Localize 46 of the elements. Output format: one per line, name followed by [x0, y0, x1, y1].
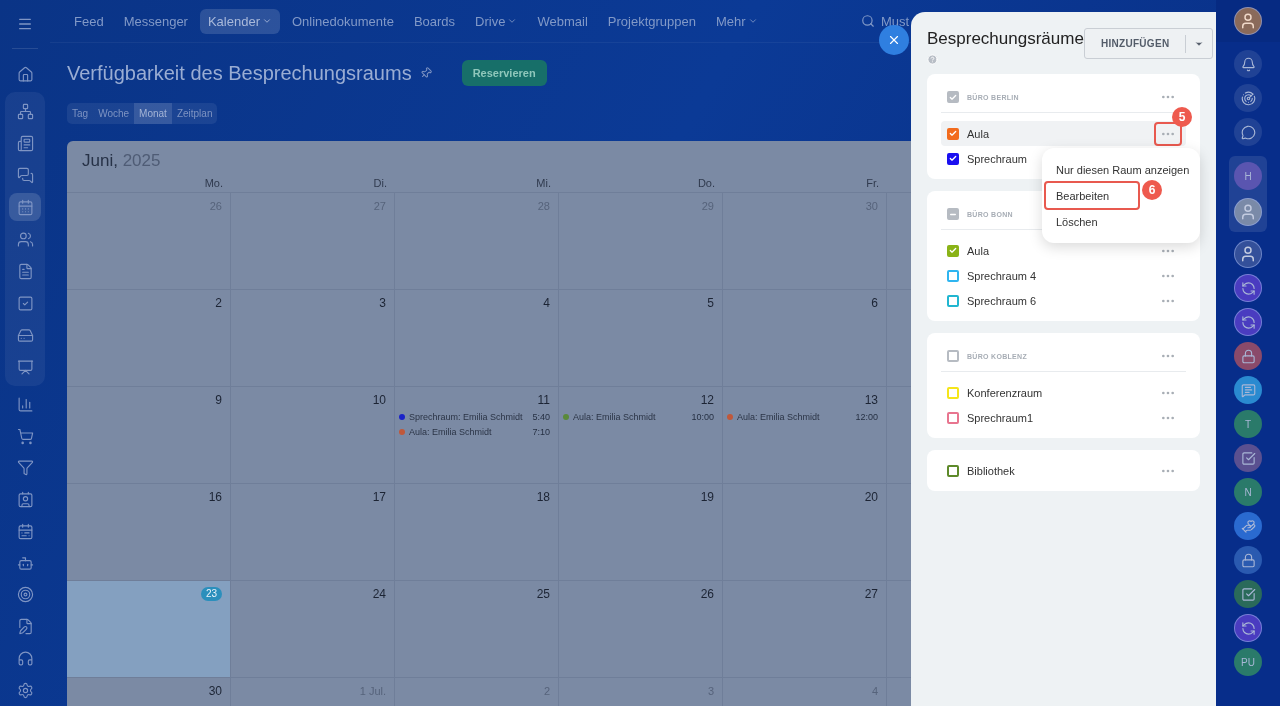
- day-number: 25: [536, 586, 550, 603]
- day-number: 27: [864, 586, 878, 603]
- day-number: 10: [372, 392, 386, 409]
- room-name: Konferenzraum: [967, 386, 1043, 399]
- day-number: 18: [536, 489, 550, 506]
- day-number: 20: [864, 489, 878, 506]
- event-title: Aula: Emilia Schmidt: [409, 426, 492, 437]
- day-number: 4: [543, 295, 550, 312]
- day-number: 11: [537, 392, 550, 409]
- day-number: 2: [215, 295, 222, 312]
- day-number: 26: [700, 586, 714, 603]
- day-number: 3: [379, 295, 386, 312]
- event-title: Aula: Emilia Schmidt: [737, 411, 820, 422]
- room-name: Bibliothek: [967, 464, 1015, 477]
- day-number: 5: [707, 295, 714, 312]
- day-number: 30: [208, 683, 222, 700]
- room-name: Aula: [967, 127, 990, 140]
- event-time: 7:10: [532, 426, 550, 437]
- day-number: 24: [372, 586, 386, 603]
- day-number: 13: [864, 392, 878, 409]
- room-name: Sprechraum: [967, 152, 1027, 165]
- event-time: 12:00: [855, 411, 878, 422]
- day-number: 12: [700, 392, 714, 409]
- weekday-label: Do.: [559, 171, 723, 193]
- room-name: Aula: [967, 244, 990, 257]
- room-name: Sprechraum 6: [967, 294, 1037, 307]
- room-name: Sprechraum1: [967, 411, 1034, 424]
- event-title: Aula: Emilia Schmidt: [573, 411, 656, 422]
- day-number: 6: [871, 295, 878, 312]
- day-number: 16: [208, 489, 222, 506]
- room-name: Sprechraum 4: [967, 269, 1037, 282]
- weekday-label: Mo.: [67, 171, 231, 193]
- step-badge: 5: [1172, 107, 1192, 127]
- day-number: 9: [215, 392, 222, 409]
- page-title: Verfügbarkeit des Besprechungsraums: [67, 61, 412, 85]
- event-time: 5:40: [532, 411, 550, 422]
- weekday-label: Fr.: [723, 171, 887, 193]
- weekday-label: Mi.: [395, 171, 559, 193]
- panel-title: Besprechungsräume: [927, 29, 1084, 49]
- event-title: Sprechraum: Emilia Schmidt: [409, 411, 523, 422]
- event-time: 10:00: [691, 411, 714, 422]
- today-badge: 23: [200, 587, 222, 601]
- day-number: 19: [700, 489, 714, 506]
- weekday-label: Di.: [231, 171, 395, 193]
- day-number: 17: [372, 489, 386, 506]
- step-badge: 6: [1142, 180, 1162, 200]
